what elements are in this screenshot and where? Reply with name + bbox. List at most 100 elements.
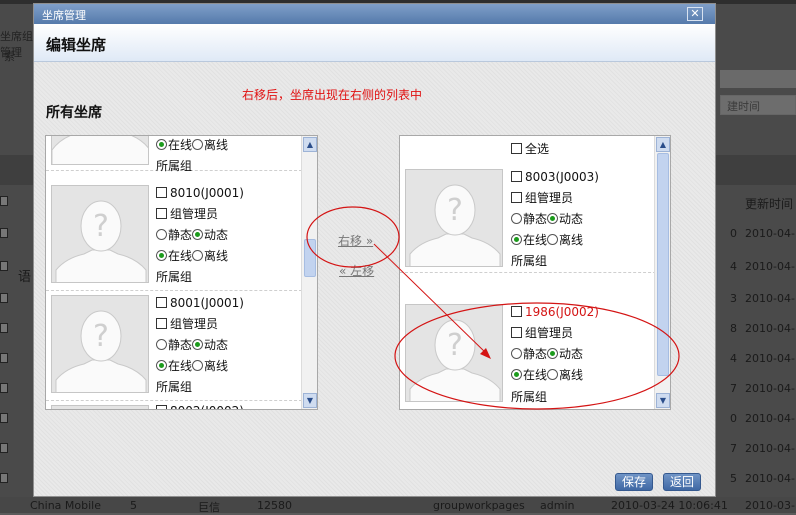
bg-cell: 2010-04- xyxy=(745,260,795,273)
group-label: 所属组 xyxy=(156,380,193,394)
svg-text:?: ? xyxy=(447,193,463,228)
offline-radio[interactable] xyxy=(547,369,559,380)
agent-item[interactable]: ? 1986(J0002) 组管理员 静态 动态 在线 离线 所属组 xyxy=(400,296,656,406)
right-scrollbar[interactable]: ▲ ▼ xyxy=(654,136,670,409)
dynamic-radio[interactable] xyxy=(192,339,204,350)
agent-item[interactable]: ? 8003(J0003) 组管理员 静态 动态 在线 离线 所属组 xyxy=(400,163,656,273)
mode-row: 静态 动态 xyxy=(156,228,228,242)
bg-row-checkbox[interactable] xyxy=(0,261,8,271)
offline-radio[interactable] xyxy=(192,250,204,261)
bg-row-checkbox[interactable] xyxy=(0,353,8,363)
bg-row-checkbox[interactable] xyxy=(0,323,8,333)
agent-checkbox[interactable] xyxy=(511,306,522,317)
scroll-up-icon[interactable]: ▲ xyxy=(303,137,317,152)
status-row: 在线 离线 xyxy=(156,359,228,373)
bg-row-checkbox[interactable] xyxy=(0,413,8,423)
status-row: 在线 离线 xyxy=(156,138,228,152)
agent-select[interactable]: 8010(J0001) xyxy=(156,186,244,200)
avatar-placeholder-icon: ? xyxy=(405,304,503,402)
dynamic-radio[interactable] xyxy=(547,213,559,224)
agent-item[interactable]: ? 8010(J0001) 组管理员 静态 动态 在线 离线 所属组 xyxy=(46,181,302,291)
bg-row-checkbox[interactable] xyxy=(0,228,8,238)
bg-last-row: China Mobile 5 巨信 12580 groupworkpages a… xyxy=(0,497,796,514)
group-admin-checkbox[interactable] xyxy=(156,208,167,219)
static-radio[interactable] xyxy=(511,348,522,359)
static-radio[interactable] xyxy=(156,339,167,350)
status-row: 在线 离线 xyxy=(511,233,583,247)
scroll-down-icon[interactable]: ▼ xyxy=(303,393,317,408)
bg-row-checkbox[interactable] xyxy=(0,383,8,393)
scroll-up-icon[interactable]: ▲ xyxy=(656,137,670,152)
online-radio[interactable] xyxy=(156,139,167,150)
admin-row[interactable]: 组管理员 xyxy=(156,207,218,221)
select-all-row[interactable]: 全选 xyxy=(511,142,549,156)
close-icon[interactable]: ✕ xyxy=(687,7,703,21)
bg-left-nav: 坐席组管理 索 xyxy=(0,20,34,80)
scroll-down-icon[interactable]: ▼ xyxy=(656,393,670,408)
dynamic-label: 动态 xyxy=(559,212,584,226)
all-agents-list[interactable]: 在线 离线 所属组 ? 8010(J0001) 组管理员 静态 动态 在线 离线 所属… xyxy=(45,135,318,410)
online-radio[interactable] xyxy=(156,360,167,371)
group-label: 所属组 xyxy=(156,270,193,284)
online-radio[interactable] xyxy=(511,234,522,245)
bg-cell: 7 xyxy=(730,442,737,455)
avatar-placeholder-icon: ? xyxy=(405,169,503,267)
bg-cell: 8 xyxy=(730,322,737,335)
agent-id: 8002(J0002) xyxy=(170,404,244,409)
online-radio[interactable] xyxy=(156,250,167,261)
offline-label: 离线 xyxy=(204,138,229,152)
online-label: 在线 xyxy=(168,359,193,373)
group-admin-checkbox[interactable] xyxy=(511,192,522,203)
bg-row-checkbox[interactable] xyxy=(0,293,8,303)
dialog-titlebar[interactable]: 坐席管理 ✕ xyxy=(34,4,715,24)
admin-row[interactable]: 组管理员 xyxy=(511,326,573,340)
left-scrollbar[interactable]: ▲ ▼ xyxy=(301,136,317,409)
online-radio[interactable] xyxy=(511,369,522,380)
agent-select[interactable]: 8003(J0003) xyxy=(511,170,599,184)
agent-select[interactable]: 8002(J0002) xyxy=(156,404,244,409)
bg-cell-date: 2010-03- xyxy=(745,499,795,512)
agent-select[interactable]: 1986(J0002) xyxy=(511,305,599,319)
offline-radio[interactable] xyxy=(192,360,204,371)
offline-radio[interactable] xyxy=(547,234,559,245)
bg-row-checkbox[interactable] xyxy=(0,443,8,453)
bg-filter-field[interactable] xyxy=(720,70,796,88)
agent-checkbox[interactable] xyxy=(156,405,167,409)
agent-item[interactable]: ? 8001(J0001) 组管理员 静态 动态 在线 离线 所属组 xyxy=(46,291,302,401)
agent-select[interactable]: 8001(J0001) xyxy=(156,296,244,310)
group-admin-label: 组管理员 xyxy=(170,317,219,331)
bg-search-input[interactable]: 建时间 xyxy=(720,95,796,115)
admin-row[interactable]: 组管理员 xyxy=(156,317,218,331)
back-button[interactable]: 返回 xyxy=(663,473,702,491)
group-admin-checkbox[interactable] xyxy=(156,318,167,329)
static-radio[interactable] xyxy=(511,213,522,224)
bg-cell: 2010-04- xyxy=(745,227,795,240)
move-left-link[interactable]: « 左移 xyxy=(339,262,374,279)
agent-id: 8003(J0003) xyxy=(525,170,599,184)
agent-checkbox[interactable] xyxy=(511,171,522,182)
agent-item[interactable]: 8002(J0002) xyxy=(46,401,302,409)
static-radio[interactable] xyxy=(156,229,167,240)
bg-nav-label: 索 xyxy=(4,50,15,63)
group-admin-label: 组管理员 xyxy=(525,326,574,340)
hint-text: 右移后，坐席出现在右侧的列表中 xyxy=(242,88,423,102)
selected-agents-list[interactable]: 全选 ? 8003(J0003) 组管理员 静态动态 在线离线 所属组 ? xyxy=(399,135,671,410)
dynamic-radio[interactable] xyxy=(192,229,204,240)
select-all-checkbox[interactable] xyxy=(511,143,522,154)
agent-checkbox[interactable] xyxy=(156,187,167,198)
scroll-thumb[interactable] xyxy=(304,239,316,277)
dialog-heading: 编辑坐席 xyxy=(34,24,715,62)
admin-row[interactable]: 组管理员 xyxy=(511,191,573,205)
dynamic-radio[interactable] xyxy=(547,348,559,359)
bg-row-checkbox[interactable] xyxy=(0,196,8,206)
agent-checkbox[interactable] xyxy=(156,297,167,308)
offline-radio[interactable] xyxy=(192,139,204,150)
group-admin-checkbox[interactable] xyxy=(511,327,522,338)
move-right-link[interactable]: 右移 » xyxy=(338,232,373,249)
bg-cell-page: groupworkpages xyxy=(433,499,525,512)
agent-item[interactable]: 在线 离线 所属组 xyxy=(46,136,302,173)
offline-label: 离线 xyxy=(559,368,584,382)
bg-row-checkbox[interactable] xyxy=(0,473,8,483)
save-button[interactable]: 保存 xyxy=(615,473,654,491)
scroll-thumb[interactable] xyxy=(657,153,669,376)
